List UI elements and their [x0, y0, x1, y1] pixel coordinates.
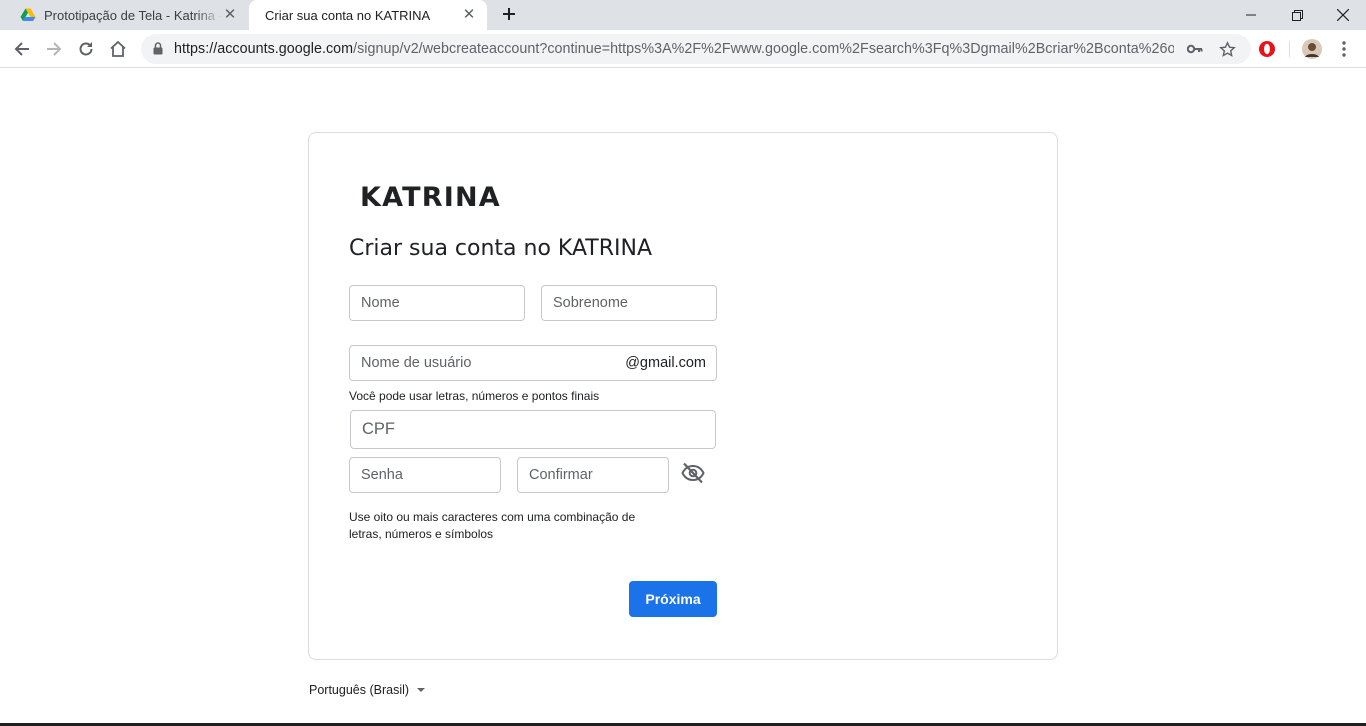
language-label: Português (Brasil): [309, 683, 410, 697]
chrome-menu-button[interactable]: [1333, 38, 1355, 60]
username-hint: Você pode usar letras, números e pontos …: [349, 389, 600, 403]
opera-icon: [1259, 41, 1275, 57]
close-icon: [1337, 9, 1349, 21]
password-hint-line: Use oito ou mais caracteres com uma comb…: [349, 510, 636, 524]
close-window-button[interactable]: [1320, 0, 1366, 30]
tab-criar-conta[interactable]: Criar sua conta no KATRINA ✕: [249, 0, 487, 30]
forward-button[interactable]: [42, 37, 66, 61]
caret-down-icon: [417, 688, 426, 692]
tab-strip: Prototipação de Tela - Katrina - Google …: [0, 0, 1366, 30]
toolbar-divider: [1289, 41, 1290, 57]
close-tab-icon[interactable]: ✕: [222, 7, 238, 23]
minimize-button[interactable]: [1228, 0, 1274, 30]
restore-icon: [1291, 9, 1303, 21]
close-tab-icon[interactable]: ✕: [461, 7, 477, 23]
opera-extension-button[interactable]: [1256, 38, 1278, 60]
brand-logo: KATRINA: [360, 182, 501, 213]
url-text: https://accounts.google.com/signup/v2/we…: [174, 41, 1174, 57]
password-field[interactable]: [349, 457, 501, 493]
cpf-input[interactable]: [351, 411, 715, 448]
plus-icon: [503, 8, 515, 20]
last-name-input[interactable]: [542, 286, 716, 320]
home-button[interactable]: [106, 37, 130, 61]
home-icon: [110, 40, 126, 57]
reload-icon: [79, 42, 93, 56]
tab-drive[interactable]: Prototipação de Tela - Katrina - Google …: [8, 0, 248, 30]
minimize-icon: [1246, 14, 1256, 16]
confirm-password-field[interactable]: [517, 457, 669, 493]
lock-icon: [153, 42, 163, 55]
email-domain-suffix: @gmail.com: [625, 355, 706, 371]
tab-title: Criar sua conta no KATRINA: [265, 7, 431, 23]
last-name-field[interactable]: [541, 285, 717, 321]
language-selector[interactable]: Português (Brasil): [309, 683, 426, 697]
eye-off-icon: [681, 462, 705, 484]
more-vert-icon: [1342, 41, 1346, 57]
toggle-password-visibility[interactable]: [681, 462, 705, 484]
new-tab-button[interactable]: [495, 2, 523, 28]
cpf-field[interactable]: [350, 410, 716, 449]
back-button[interactable]: [10, 37, 34, 61]
restore-button[interactable]: [1274, 0, 1320, 30]
confirm-password-input[interactable]: [518, 458, 668, 492]
page-title: Criar sua conta no KATRINA: [349, 236, 653, 261]
password-input[interactable]: [350, 458, 500, 492]
first-name-input[interactable]: [350, 286, 524, 320]
key-icon: [1187, 44, 1203, 54]
password-hint: Use oito ou mais caracteres com uma comb…: [349, 509, 635, 543]
browser-toolbar: https://accounts.google.com/signup/v2/we…: [0, 30, 1366, 68]
arrow-right-icon: [47, 42, 62, 56]
bookmark-button[interactable]: [1218, 40, 1236, 58]
first-name-field[interactable]: [349, 285, 525, 321]
password-hint-line: letras, números e símbolos: [349, 527, 494, 541]
avatar: [1302, 39, 1322, 59]
star-icon: [1218, 40, 1236, 57]
arrow-left-icon: [14, 42, 29, 56]
tab-title: Prototipação de Tela - Katrina - Google …: [44, 7, 222, 23]
password-key-button[interactable]: [1186, 40, 1204, 58]
next-button[interactable]: Próxima: [629, 581, 717, 617]
google-drive-icon: [20, 8, 36, 21]
profile-button[interactable]: [1301, 38, 1323, 60]
reload-button[interactable]: [74, 37, 98, 61]
address-bar[interactable]: https://accounts.google.com/signup/v2/we…: [141, 34, 1251, 64]
username-field[interactable]: @gmail.com: [349, 345, 717, 381]
